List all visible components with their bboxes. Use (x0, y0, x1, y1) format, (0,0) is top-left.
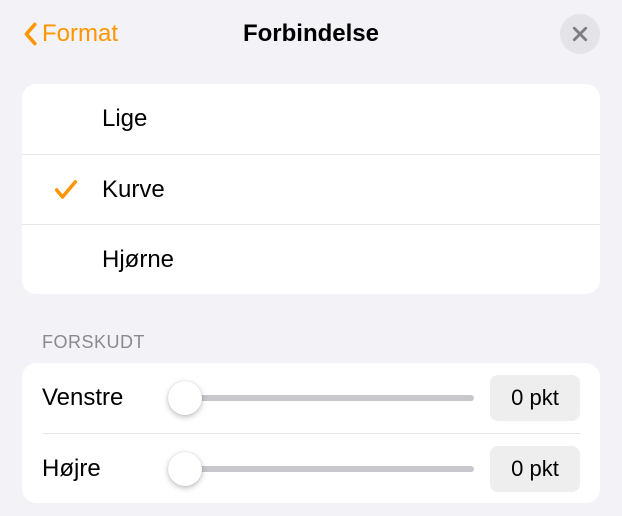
connection-type-label: Lige (102, 105, 147, 133)
content-area: Lige Kurve Hjørne FORSKUDT Venstre 0 pkt… (0, 68, 622, 503)
offset-section-header: FORSKUDT (42, 332, 600, 353)
connection-type-item[interactable]: Hjørne (22, 224, 600, 294)
close-icon (572, 26, 588, 42)
back-button[interactable]: Format (22, 20, 118, 48)
offset-row-right: Højre 0 pkt (42, 433, 580, 503)
offset-slider-right[interactable] (168, 466, 474, 472)
chevron-left-icon (22, 22, 38, 46)
back-label: Format (42, 20, 118, 48)
page-title: Forbindelse (243, 20, 379, 48)
slider-wrap (168, 395, 474, 401)
slider-wrap (168, 466, 474, 472)
connection-type-item[interactable]: Lige (22, 84, 600, 154)
offset-value-left[interactable]: 0 pkt (490, 375, 580, 421)
offset-value-right[interactable]: 0 pkt (490, 446, 580, 492)
connection-type-label: Hjørne (102, 246, 174, 274)
offset-slider-left[interactable] (168, 395, 474, 401)
connection-type-item[interactable]: Kurve (22, 154, 600, 224)
close-button[interactable] (560, 14, 600, 54)
connection-type-list: Lige Kurve Hjørne (22, 84, 600, 294)
header-bar: Format Forbindelse (0, 0, 622, 68)
connection-type-label: Kurve (102, 176, 165, 204)
offset-label: Højre (42, 455, 152, 483)
offset-label: Venstre (42, 384, 152, 412)
check-column (42, 176, 102, 204)
offset-row-left: Venstre 0 pkt (42, 363, 580, 433)
checkmark-icon (52, 176, 80, 204)
offset-group: Venstre 0 pkt Højre 0 pkt (22, 363, 600, 503)
